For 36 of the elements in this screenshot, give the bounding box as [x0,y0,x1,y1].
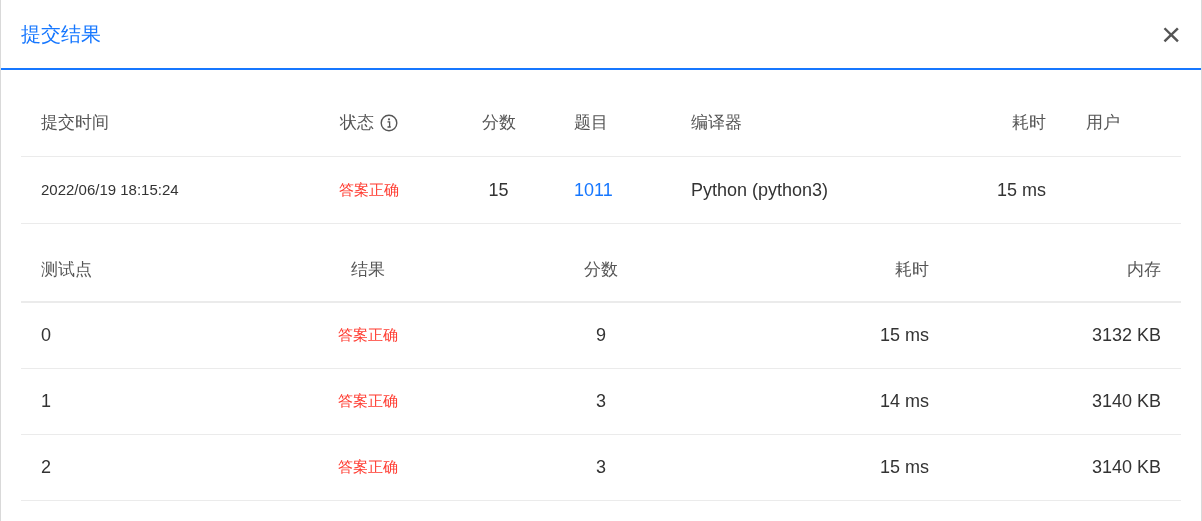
column-header: 内存 [1127,258,1161,281]
duration: 15 ms [879,324,929,347]
case-number: 2 [41,456,51,479]
column-header: 结果 [351,258,385,281]
case-number: 1 [41,390,51,413]
case-number: 0 [41,324,51,347]
memory: 3140 KB [1091,456,1161,479]
duration: 14 ms [879,390,929,413]
column-header: 编译器 [691,112,742,135]
result-text: 答案正确 [338,391,398,412]
column-header: 分数 [481,112,516,135]
column-header: 耗时 [895,258,929,281]
duration: 15 ms [996,178,1046,202]
info-icon[interactable] [379,114,398,132]
memory: 3140 KB [1091,390,1161,413]
column-header: 测试点 [41,258,92,281]
result-text: 答案正确 [338,325,398,346]
score: 3 [596,456,606,479]
column-header: 用户 [1086,112,1120,135]
score: 9 [596,324,606,347]
column-header: 状态 [339,112,374,135]
dialog-title: 提交结果 [21,22,101,47]
score: 15 [488,178,509,202]
column-header: 分数 [584,258,618,281]
score: 3 [596,390,606,413]
duration: 15 ms [879,456,929,479]
compiler: Python (python3) [691,178,829,202]
problem-link[interactable]: 1011 [574,176,613,204]
close-button[interactable]: × [1157,17,1185,51]
column-header: 提交时间 [41,112,109,135]
column-header: 题目 [574,112,608,135]
status-text: 答案正确 [338,179,399,200]
memory: 3132 KB [1091,324,1161,347]
result-text: 答案正确 [338,457,398,478]
column-header: 耗时 [1012,112,1046,135]
submit-time: 2022/06/19 18:15:24 [41,179,179,200]
